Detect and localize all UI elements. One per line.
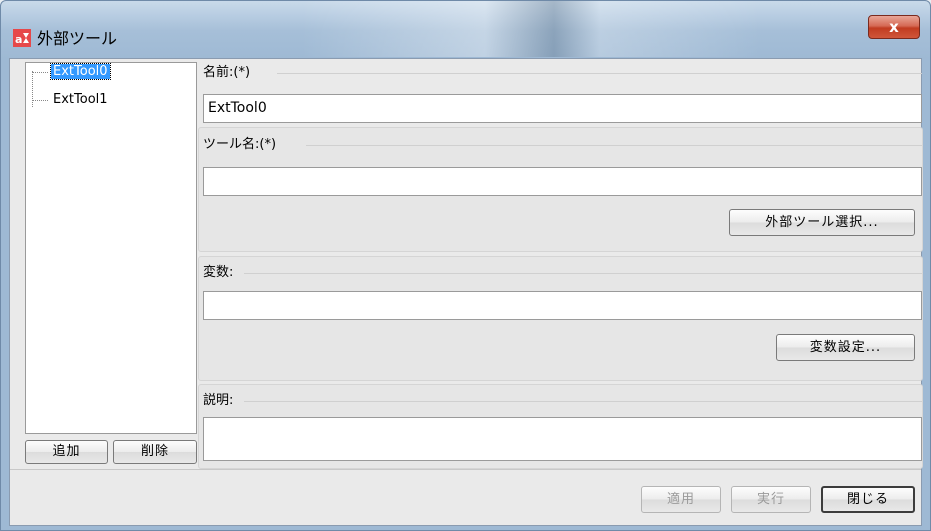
tool-name-label: ツール名:(*): [203, 137, 277, 152]
name-label: 名前:(*): [203, 65, 251, 80]
external-tools-window: a 外部ツール x ExtTool0 ExtTool1 追加 削除 名前:(*)…: [0, 0, 931, 531]
run-button[interactable]: 実行: [731, 486, 811, 513]
title-bar[interactable]: a 外部ツール x: [1, 1, 930, 57]
close-button[interactable]: 閉じる: [821, 486, 915, 513]
variable-group-line: [244, 273, 922, 274]
svg-text:a: a: [15, 33, 22, 46]
title-bar-decoration: [301, 1, 761, 57]
add-button[interactable]: 追加: [25, 440, 108, 464]
apply-button[interactable]: 適用: [641, 486, 721, 513]
variable-settings-button[interactable]: 変数設定...: [776, 334, 915, 361]
tree-connector: [32, 100, 48, 101]
tree-item-exttool1[interactable]: ExtTool1: [51, 92, 110, 107]
dialog-client-area: ExtTool0 ExtTool1 追加 削除 名前:(*) ExtTool0 …: [9, 58, 923, 526]
tool-name-input[interactable]: [203, 167, 922, 196]
description-label: 説明:: [203, 393, 234, 408]
footer-divider: [10, 469, 921, 470]
delete-button[interactable]: 削除: [113, 440, 197, 464]
tree-item-exttool0[interactable]: ExtTool0: [50, 63, 111, 80]
select-external-tool-button[interactable]: 外部ツール選択...: [729, 209, 915, 236]
description-group-line: [244, 401, 922, 402]
tool-tree[interactable]: ExtTool0 ExtTool1: [25, 62, 197, 434]
window-close-button[interactable]: x: [868, 15, 920, 39]
name-group-line: [277, 73, 922, 74]
name-input[interactable]: ExtTool0: [203, 94, 922, 123]
variable-input[interactable]: [203, 291, 922, 320]
variable-label: 変数:: [203, 265, 234, 280]
tool-group-line: [306, 145, 922, 146]
tree-connector: [32, 72, 48, 73]
description-input[interactable]: [203, 417, 922, 461]
window-title: 外部ツール: [37, 29, 118, 48]
app-icon: a: [13, 29, 31, 47]
tree-connector: [32, 71, 33, 107]
